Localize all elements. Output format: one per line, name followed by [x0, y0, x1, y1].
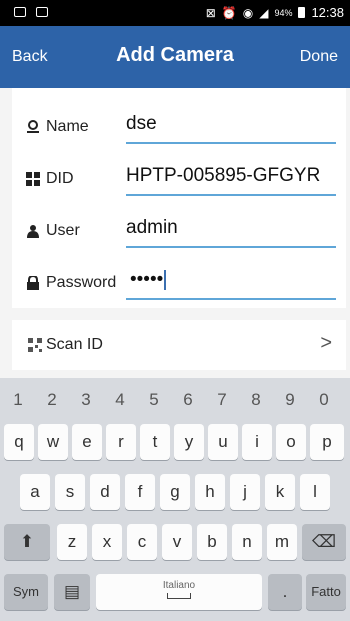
name-underline: [126, 142, 336, 144]
keyboard: 1 2 3 4 5 6 7 8 9 0 q w e r t y u i o p …: [0, 378, 350, 621]
clipboard-icon: ▤: [63, 582, 81, 601]
person-icon: [27, 225, 39, 238]
space-key[interactable]: Italiano: [96, 574, 262, 610]
battery-percent: 94%: [274, 7, 293, 18]
key-f[interactable]: f: [125, 474, 155, 510]
user-pin-icon: [27, 120, 39, 133]
clipboard-key[interactable]: ▤: [54, 574, 90, 610]
key-1[interactable]: 1: [4, 384, 32, 416]
alarm-icon: ⏰: [221, 5, 237, 20]
key-b[interactable]: b: [197, 524, 227, 560]
grid-icon: [26, 172, 40, 186]
key-n[interactable]: n: [232, 524, 262, 560]
key-u[interactable]: u: [208, 424, 238, 460]
key-z[interactable]: z: [57, 524, 87, 560]
scan-id-row[interactable]: Scan ID >: [12, 320, 346, 370]
user-label: User: [46, 222, 80, 239]
key-3[interactable]: 3: [72, 384, 100, 416]
key-w[interactable]: w: [38, 424, 68, 460]
screenshot-icon: [36, 7, 48, 17]
key-4[interactable]: 4: [106, 384, 134, 416]
key-p[interactable]: p: [310, 424, 344, 460]
user-underline: [126, 246, 336, 248]
key-h[interactable]: h: [195, 474, 225, 510]
name-label: Name: [46, 118, 89, 135]
camera-form: Name dse DID HPTP-005895-GFGYR User admi…: [12, 88, 346, 308]
key-i[interactable]: i: [242, 424, 272, 460]
space-icon: [167, 593, 191, 599]
key-7[interactable]: 7: [208, 384, 236, 416]
key-q[interactable]: q: [4, 424, 34, 460]
sym-key[interactable]: Sym: [4, 574, 48, 610]
key-s[interactable]: s: [55, 474, 85, 510]
password-input[interactable]: •••••: [130, 265, 167, 295]
key-j[interactable]: j: [230, 474, 260, 510]
key-0[interactable]: 0: [310, 384, 338, 416]
backspace-icon: ⌫: [311, 532, 337, 551]
password-underline: [126, 298, 336, 300]
key-y[interactable]: y: [174, 424, 204, 460]
key-l[interactable]: l: [300, 474, 330, 510]
shift-key[interactable]: ⬆: [4, 524, 50, 560]
qr-icon: [28, 338, 42, 352]
wifi-icon: ◉: [242, 5, 254, 20]
status-bar: ⊠ ⏰ ◉ ◢ 94% 12:38: [0, 0, 350, 26]
text-caret: [164, 269, 167, 290]
did-underline: [126, 194, 336, 196]
scan-id-label: Scan ID: [46, 336, 103, 353]
key-d[interactable]: d: [90, 474, 120, 510]
clock: 12:38: [311, 5, 344, 20]
lock-icon: [27, 276, 39, 290]
battery-icon: [298, 7, 306, 18]
signal-icon: ◢: [259, 5, 269, 20]
did-label: DID: [46, 170, 74, 187]
done-button[interactable]: Done: [300, 48, 338, 66]
page-title: Add Camera: [116, 44, 234, 66]
key-g[interactable]: g: [160, 474, 190, 510]
key-6[interactable]: 6: [174, 384, 202, 416]
key-v[interactable]: v: [162, 524, 192, 560]
fatto-key[interactable]: Fatto: [306, 574, 346, 610]
did-field[interactable]: DID HPTP-005895-GFGYR: [12, 156, 346, 202]
password-label: Password: [46, 274, 117, 291]
key-9[interactable]: 9: [276, 384, 304, 416]
key-k[interactable]: k: [265, 474, 295, 510]
backspace-key[interactable]: ⌫: [302, 524, 346, 560]
key-r[interactable]: r: [106, 424, 136, 460]
name-input[interactable]: dse: [126, 109, 157, 139]
chevron-right-icon: >: [320, 332, 332, 354]
user-input[interactable]: admin: [126, 213, 178, 243]
shift-icon: ⬆: [19, 532, 35, 551]
key-o[interactable]: o: [276, 424, 306, 460]
name-field[interactable]: Name dse: [12, 104, 346, 150]
notification-icon: [14, 7, 26, 17]
key-c[interactable]: c: [127, 524, 157, 560]
key-5[interactable]: 5: [140, 384, 168, 416]
user-field[interactable]: User admin: [12, 208, 346, 254]
period-key[interactable]: .: [268, 574, 302, 610]
key-x[interactable]: x: [92, 524, 122, 560]
password-field[interactable]: Password •••••: [12, 260, 346, 306]
key-a[interactable]: a: [20, 474, 50, 510]
nfc-icon: ⊠: [205, 5, 216, 20]
key-e[interactable]: e: [72, 424, 102, 460]
did-input[interactable]: HPTP-005895-GFGYR: [126, 161, 320, 191]
space-language-label: Italiano: [162, 580, 196, 591]
key-t[interactable]: t: [140, 424, 170, 460]
password-mask: •••••: [130, 269, 164, 290]
key-2[interactable]: 2: [38, 384, 66, 416]
key-8[interactable]: 8: [242, 384, 270, 416]
navigation-bar: Back Add Camera Done: [0, 26, 350, 88]
key-m[interactable]: m: [267, 524, 297, 560]
